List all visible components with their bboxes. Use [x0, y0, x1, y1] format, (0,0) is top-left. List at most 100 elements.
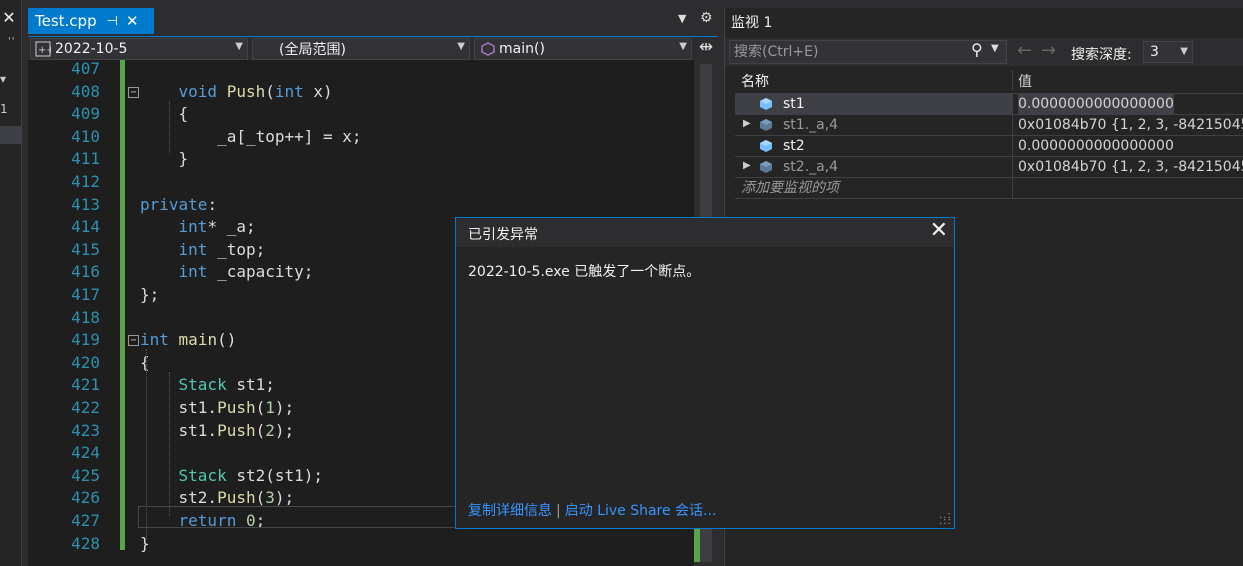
code-token: st1;	[226, 375, 275, 395]
code-token: st1.	[140, 398, 218, 417]
watch-add-row[interactable]: 添加要监视的项	[735, 178, 1243, 199]
search-depth-label: 搜索深度:	[1071, 47, 1132, 63]
code-line[interactable]: 408 − void Push(int x)	[28, 81, 694, 104]
function-dropdown[interactable]: main() ▼	[474, 38, 692, 60]
fold-toggle-icon[interactable]: −	[128, 86, 139, 98]
code-text: }	[140, 148, 189, 171]
code-line[interactable]: 407	[28, 60, 694, 81]
close-icon[interactable]: ✕	[0, 8, 18, 27]
exception-popup: 已引发异常 ✕ 2022-10-5.exe 已触发了一个断点。 复制详细信息 | 启…	[455, 217, 955, 529]
resize-grip-icon[interactable]: ..:.::	[939, 511, 951, 527]
code-token: int	[178, 262, 208, 282]
code-line[interactable]: 412	[28, 171, 694, 194]
watch-value-cell: 0x01084b70 {1, 2, 3, -842150451}	[1018, 117, 1243, 133]
code-token: Stack	[178, 465, 227, 485]
watch-variable-name: st2._a,4	[783, 159, 839, 175]
line-number: 423	[71, 420, 100, 440]
code-token: Stack	[178, 375, 227, 395]
gear-icon[interactable]: ⚙	[700, 10, 713, 26]
tab-list-dropdown-icon[interactable]: ▼	[678, 12, 686, 25]
copy-details-link[interactable]: 复制详细信息	[468, 503, 552, 519]
line-number: 427	[71, 511, 100, 530]
arrow-right-icon[interactable]: →	[1041, 40, 1056, 61]
code-line[interactable]: 411 }	[28, 148, 694, 171]
start-live-share-link[interactable]: 启动 Live Share 会话...	[565, 503, 717, 519]
exception-message: 2022-10-5.exe 已触发了一个断点。	[468, 264, 701, 280]
watch-name-cell: st2	[735, 136, 1013, 157]
partial-dropdown-icon[interactable]: ▾	[0, 72, 6, 86]
code-text: Stack st2(st1);	[140, 465, 324, 488]
pin-icon[interactable]: ⊣	[107, 14, 118, 29]
code-token: }	[140, 533, 150, 553]
arrow-left-icon[interactable]: ←	[1017, 40, 1032, 61]
line-number: 420	[71, 352, 100, 372]
search-depth-dropdown[interactable]: 3 ▼	[1143, 41, 1193, 63]
line-number: 414	[71, 217, 100, 237]
line-number: 425	[71, 465, 100, 485]
line-number: 410	[71, 126, 100, 146]
code-token: (	[255, 398, 266, 417]
code-text: }	[140, 533, 150, 556]
watch-variable-name: st1._a,4	[783, 117, 839, 133]
code-token: (	[255, 420, 266, 440]
editor-tab-strip: Test.cpp ⊣ ✕ ▼ ⚙	[28, 8, 718, 34]
line-number: 407	[71, 60, 100, 78]
chevron-down-icon: ▼	[1180, 46, 1188, 57]
svg-text:++: ++	[38, 45, 51, 56]
tab-label: Test.cpp	[35, 12, 97, 30]
line-number: 419	[71, 330, 100, 350]
line-number: 413	[71, 194, 100, 214]
add-watch-item-placeholder[interactable]: 添加要监视的项	[741, 178, 839, 198]
project-dropdown[interactable]: ++ 2022-10-5 ▼	[30, 38, 248, 60]
watch-name-cell: ▶ st2._a,4	[735, 157, 1013, 178]
code-token: st1.	[140, 420, 218, 440]
watch-value-cell: 0.0000000000000000	[1018, 138, 1174, 154]
scope-name: (全局范围)	[279, 42, 346, 58]
watch-search-input[interactable]: 搜索(Ctrl+E)	[729, 40, 1007, 64]
watch-row[interactable]: ▶ st1._a,4 0x01084b70 {1, 2, 3, -842150451…	[735, 115, 1243, 136]
watch-name-cell: st1	[735, 94, 1013, 115]
line-number: 421	[71, 375, 100, 395]
column-header-name[interactable]: 名称	[735, 70, 1013, 91]
code-token: private	[140, 194, 208, 214]
watch-row[interactable]: st1 0.0000000000000000	[735, 94, 1243, 115]
scope-dropdown[interactable]: (全局范围) ▼	[252, 38, 470, 60]
code-line[interactable]: 410 _a[_top++] = x;	[28, 126, 694, 149]
expand-arrow-icon[interactable]: ▶	[743, 160, 751, 171]
overflow-icon: ''	[8, 36, 16, 47]
code-token: ()	[217, 330, 237, 350]
code-token: Push	[217, 488, 256, 508]
code-token: * _a;	[207, 217, 256, 237]
code-token: st2(st1);	[226, 465, 324, 485]
tab-test-cpp[interactable]: Test.cpp ⊣ ✕	[28, 8, 154, 34]
search-options-dropdown-icon[interactable]: ▼	[991, 43, 999, 54]
function-name: main()	[499, 41, 545, 57]
code-line[interactable]: 409 {	[28, 103, 694, 126]
code-token: void	[178, 81, 218, 101]
watch-header-row: 名称 值	[735, 70, 1243, 94]
code-text: {	[140, 352, 150, 375]
code-token: int	[178, 239, 208, 259]
indent-guide	[146, 349, 147, 539]
partial-label: 1	[0, 102, 8, 116]
watch-row[interactable]: st2 0.0000000000000000	[735, 136, 1243, 157]
fold-toggle-icon[interactable]: −	[128, 335, 139, 347]
expand-arrow-icon[interactable]: ▶	[743, 118, 751, 129]
code-token: {	[140, 104, 189, 124]
code-token: {	[140, 352, 150, 372]
close-icon[interactable]: ✕	[930, 218, 948, 243]
line-number: 408	[71, 81, 100, 101]
code-line[interactable]: 413 private:	[28, 194, 694, 217]
line-number: 412	[71, 172, 100, 191]
column-header-value[interactable]: 值	[1018, 70, 1032, 91]
search-icon[interactable]: ⚲	[971, 40, 983, 59]
watch-row[interactable]: ▶ st2._a,4 0x01084b70 {1, 2, 3, -842150451…	[735, 157, 1243, 178]
line-number: 428	[71, 533, 100, 553]
code-line[interactable]: 428}	[28, 533, 694, 556]
close-tab-icon[interactable]: ✕	[126, 12, 139, 30]
left-collapsed-panel: ✕ '' ▾ 1	[0, 0, 22, 566]
split-editor-icon[interactable]: ⇹	[696, 37, 716, 57]
link-separator: |	[556, 503, 561, 519]
